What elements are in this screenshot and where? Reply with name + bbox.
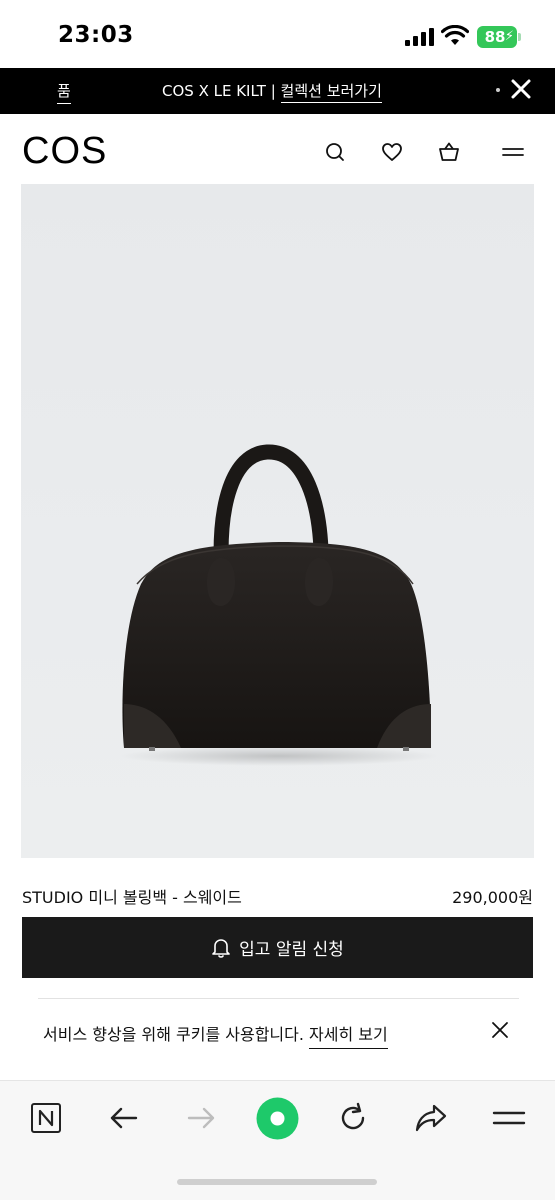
battery-indicator: 88 ⚡ (477, 26, 517, 48)
cookie-text: 서비스 향상을 위해 쿠키를 사용합니다. 자세히 보기 (43, 1021, 388, 1045)
shopping-bag-icon[interactable] (437, 140, 461, 164)
wifi-icon (441, 25, 469, 45)
promo-text-prefix: COS X LE KILT | (162, 82, 281, 100)
battery-cap (518, 33, 521, 41)
promo-link[interactable]: 컬렉션 보러가기 (281, 82, 382, 100)
promo-text[interactable]: COS X LE KILT | 컬렉션 보러가기 (162, 80, 382, 101)
forward-arrow-icon[interactable] (184, 1101, 218, 1135)
product-name[interactable]: STUDIO 미니 볼링백 - 스웨이드 (22, 884, 242, 908)
close-icon[interactable] (510, 78, 532, 100)
product-price: 290,000원 (452, 888, 533, 907)
restock-notification-label: 입고 알림 신청 (239, 940, 344, 960)
share-icon[interactable] (414, 1101, 448, 1135)
home-indicator (177, 1179, 377, 1185)
cellular-signal-icon (405, 28, 434, 46)
site-header: COS (0, 114, 555, 184)
battery-level: 88 (484, 28, 506, 46)
status-time: 23:03 (58, 22, 134, 48)
reload-icon[interactable] (336, 1101, 370, 1135)
cookie-message: 서비스 향상을 위해 쿠키를 사용합니다. (43, 1025, 310, 1044)
menu-icon[interactable] (501, 140, 525, 164)
back-arrow-icon[interactable] (107, 1101, 141, 1135)
restock-notification-button[interactable]: 입고 알림 신청 (22, 917, 533, 978)
carousel-dot (496, 88, 500, 92)
cookie-details-link[interactable]: 자세히 보기 (309, 1025, 388, 1044)
cookie-notice: 서비스 향상을 위해 쿠키를 사용합니다. 자세히 보기 (38, 998, 519, 1074)
charging-bolt-icon: ⚡ (504, 29, 514, 44)
cos-logo[interactable]: COS (22, 130, 107, 173)
menu-icon[interactable] (492, 1101, 526, 1135)
close-icon[interactable] (490, 1020, 510, 1040)
search-icon[interactable] (323, 140, 347, 164)
status-bar: 23:03 88 ⚡ (0, 0, 555, 68)
green-dot-icon[interactable] (256, 1097, 299, 1140)
product-image[interactable] (21, 184, 534, 858)
heart-icon[interactable] (380, 140, 404, 164)
naver-n-icon[interactable] (29, 1101, 63, 1135)
promo-banner[interactable]: 품 COS X LE KILT | 컬렉션 보러가기 (0, 68, 555, 114)
promo-previous-text[interactable]: 품 (57, 80, 71, 104)
bowling-bag-illustration (119, 444, 439, 766)
bell-icon (212, 938, 230, 958)
